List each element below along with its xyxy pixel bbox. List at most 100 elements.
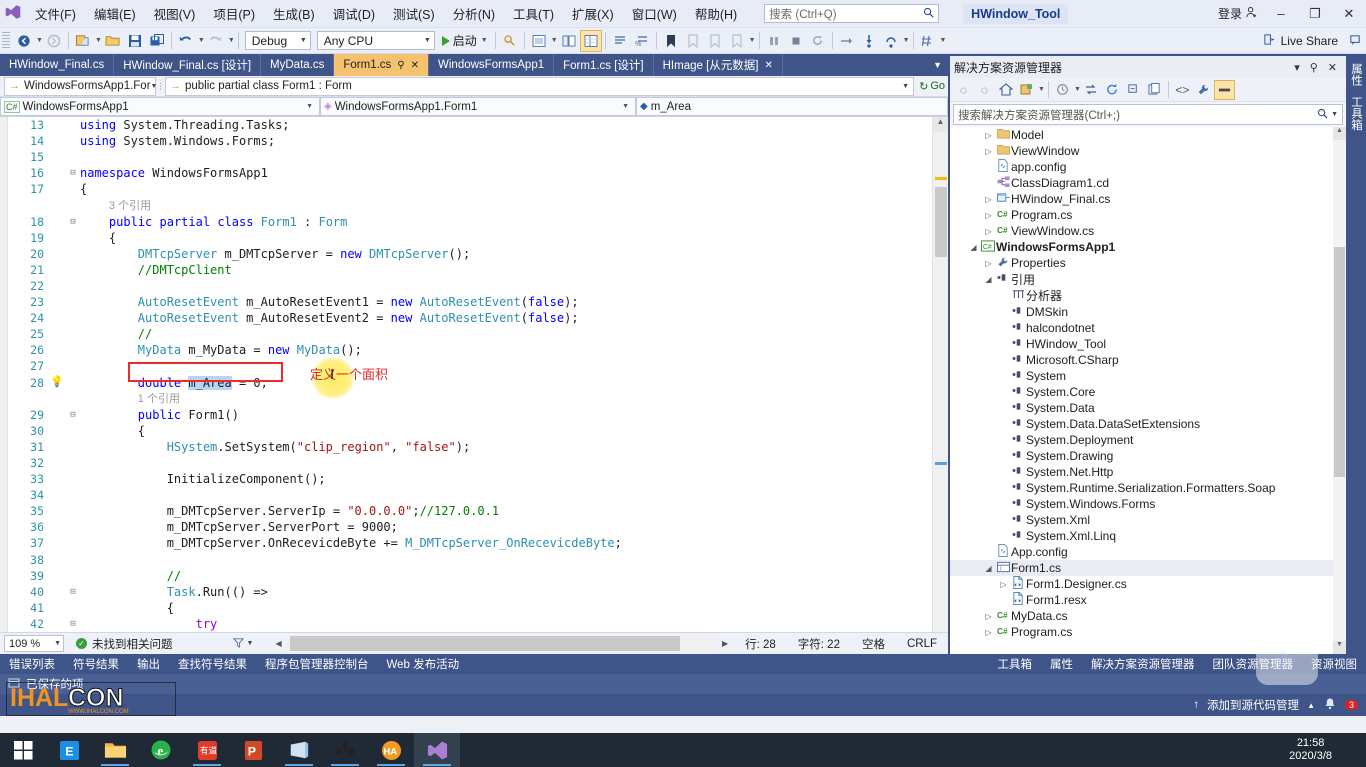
bell-icon[interactable]	[1323, 697, 1337, 714]
chevron-right-icon[interactable]: ▷	[982, 612, 995, 621]
menu-debug[interactable]: 调试(D)	[324, 0, 384, 27]
undo-dropdown-icon[interactable]: ▼	[198, 37, 205, 44]
solution-tree-item[interactable]: System.Data	[950, 400, 1333, 416]
code-line[interactable]: 13 using System.Threading.Tasks;	[8, 117, 932, 133]
menu-help[interactable]: 帮助(H)	[686, 0, 746, 27]
edge-legacy-icon[interactable]: E	[46, 733, 92, 767]
chevron-down-icon[interactable]: ◢	[982, 564, 995, 573]
chevron-right-icon[interactable]: ▷	[982, 131, 995, 140]
solution-tree-item[interactable]: ▷ ViewWindow	[950, 143, 1333, 159]
se-preview-selected-icon[interactable]	[1213, 79, 1235, 100]
solution-tree-item[interactable]: System.Core	[950, 384, 1333, 400]
taskbar-clock[interactable]: 21:58 2020/3/8	[1289, 737, 1366, 763]
code-line[interactable]: 22	[8, 278, 932, 294]
document-tab[interactable]: Form1.cs [设计]	[554, 54, 654, 76]
chevron-right-icon[interactable]: ▷	[982, 211, 995, 220]
rail-tab-toolbox[interactable]: 工具箱	[1346, 91, 1366, 136]
save-icon[interactable]	[124, 30, 146, 52]
save-all-icon[interactable]	[146, 30, 168, 52]
solution-tree-item[interactable]: System.Xml.Linq	[950, 528, 1333, 544]
pin-icon[interactable]: ⚲	[1305, 61, 1323, 74]
code-line[interactable]: 16 ⊟ namespace WindowsFormsApp1	[8, 165, 932, 181]
chevron-right-icon[interactable]: ▷	[982, 195, 995, 204]
editor-vertical-scrollbar[interactable]: ▲	[932, 117, 948, 632]
bookmark-dropdown-icon[interactable]: ▼	[749, 37, 756, 44]
close-panel-icon[interactable]: ✕	[1323, 61, 1342, 74]
menu-tools[interactable]: 工具(T)	[504, 0, 563, 27]
close-tab-icon[interactable]: ✕	[411, 60, 419, 71]
collapse-toggle-icon[interactable]: ⊟	[66, 165, 80, 181]
solution-tree-item[interactable]: ▷ HWindow_Final.cs	[950, 191, 1333, 207]
menu-test[interactable]: 测试(S)	[384, 0, 444, 27]
solution-configuration-combo[interactable]: Debug ▼	[244, 31, 311, 50]
collapse-toggle-icon[interactable]: ⊟	[66, 616, 80, 632]
se-collapse-all-icon[interactable]	[1123, 80, 1144, 100]
chevron-down-icon[interactable]: ◢	[982, 275, 995, 284]
se-scroll-thumb[interactable]	[1334, 247, 1345, 477]
solution-tree-item[interactable]: System.Net.Http	[950, 464, 1333, 480]
visual-studio-icon[interactable]	[414, 733, 460, 767]
document-tab[interactable]: HWindow_Final.cs [设计]	[114, 54, 262, 76]
se-forward-icon[interactable]: ◌	[974, 80, 995, 100]
code-line[interactable]: 33 InitializeComponent();	[8, 471, 932, 487]
redo-dropdown-icon[interactable]: ▼	[228, 37, 235, 44]
se-pending-changes-icon[interactable]	[1016, 80, 1037, 100]
lightbulb-icon[interactable]: 💡	[50, 374, 64, 391]
previous-bookmark-icon[interactable]	[682, 30, 704, 52]
code-line[interactable]: 24 AutoResetEvent m_AutoResetEvent2 = ne…	[8, 310, 932, 326]
code-line[interactable]: 29 ⊟ public Form1()	[8, 407, 932, 423]
solution-tree-item[interactable]: 分析器	[950, 287, 1333, 303]
solution-tree-item[interactable]: System.Drawing	[950, 448, 1333, 464]
se-sync-icon[interactable]	[1081, 80, 1102, 100]
sign-in-button[interactable]: 登录	[1212, 5, 1264, 22]
member-dropdown[interactable]: ◆ m_Area	[636, 97, 948, 116]
solution-tree-item[interactable]: DMSkin	[950, 304, 1333, 320]
ie-icon[interactable]: e	[138, 733, 184, 767]
hscroll-left-arrow[interactable]: ◀	[275, 639, 281, 648]
menu-analyze[interactable]: 分析(N)	[444, 0, 504, 27]
code-line[interactable]: 17 {	[8, 181, 932, 197]
scroll-up-button[interactable]: ▲	[933, 117, 948, 132]
start-icon[interactable]	[0, 733, 46, 767]
go-button[interactable]: ↻ Go	[916, 80, 948, 93]
find-icon[interactable]	[499, 30, 521, 52]
powerpoint-icon[interactable]: P	[230, 733, 276, 767]
bottom-right-tab-solution-explorer[interactable]: 解决方案资源管理器	[1082, 656, 1204, 672]
solution-tree-item[interactable]: Form1.resx	[950, 592, 1333, 608]
solution-tree-item[interactable]: HWindow_Tool	[950, 336, 1333, 352]
menu-view[interactable]: 视图(V)	[145, 0, 205, 27]
maximize-button[interactable]: ❐	[1298, 0, 1332, 28]
solution-tree-item[interactable]: System.Runtime.Serialization.Formatters.…	[950, 480, 1333, 496]
solution-tree-item[interactable]: ▷ C# ViewWindow.cs	[950, 223, 1333, 239]
solution-tree-item[interactable]: app.config	[950, 159, 1333, 175]
solution-tree-scrollbar[interactable]: ▲ ▼	[1333, 127, 1346, 654]
hscroll-thumb[interactable]	[289, 636, 680, 651]
code-line[interactable]: 31 HSystem.SetSystem("clip_region", "fal…	[8, 439, 932, 455]
editor-horizontal-scrollbar[interactable]	[289, 636, 714, 651]
se-view-code-icon[interactable]: <>	[1172, 80, 1193, 100]
pin-tab-icon[interactable]: ⚲	[397, 60, 404, 71]
code-line[interactable]: 34	[8, 487, 932, 503]
chevron-right-icon[interactable]: ▷	[982, 628, 995, 637]
se-properties-icon[interactable]	[1193, 80, 1214, 100]
solution-tree-item[interactable]: System	[950, 368, 1333, 384]
redo-icon[interactable]	[205, 30, 227, 52]
solution-tree[interactable]: ▷ Model ▷ ViewWindow app.config ClassDiagram1…	[950, 127, 1333, 654]
start-debug-button[interactable]: 启动 ▼	[438, 32, 492, 49]
close-tab-icon[interactable]: ✕	[764, 60, 772, 71]
step-into-icon[interactable]	[858, 30, 880, 52]
toggle-bookmark-icon[interactable]	[660, 30, 682, 52]
bottom-right-tab-toolbox[interactable]: 工具箱	[989, 656, 1042, 672]
collapse-toggle-icon[interactable]: ⊟	[66, 407, 80, 423]
undo-icon[interactable]	[175, 30, 197, 52]
solution-tree-item[interactable]: ClassDiagram1.cd	[950, 175, 1333, 191]
document-tab[interactable]: WindowsFormsApp1	[429, 54, 555, 76]
document-tab[interactable]: Form1.cs ⚲ ✕	[334, 54, 430, 76]
se-back-icon[interactable]: ◌	[953, 80, 974, 100]
document-tab[interactable]: MyData.cs	[261, 54, 335, 76]
code-line[interactable]: 1 个引用	[8, 391, 932, 407]
file-explorer-icon[interactable]	[92, 733, 138, 767]
se-show-all-files-icon[interactable]	[1144, 80, 1165, 100]
live-share-button[interactable]: Live Share	[1263, 33, 1344, 49]
open-file-icon[interactable]	[102, 30, 124, 52]
